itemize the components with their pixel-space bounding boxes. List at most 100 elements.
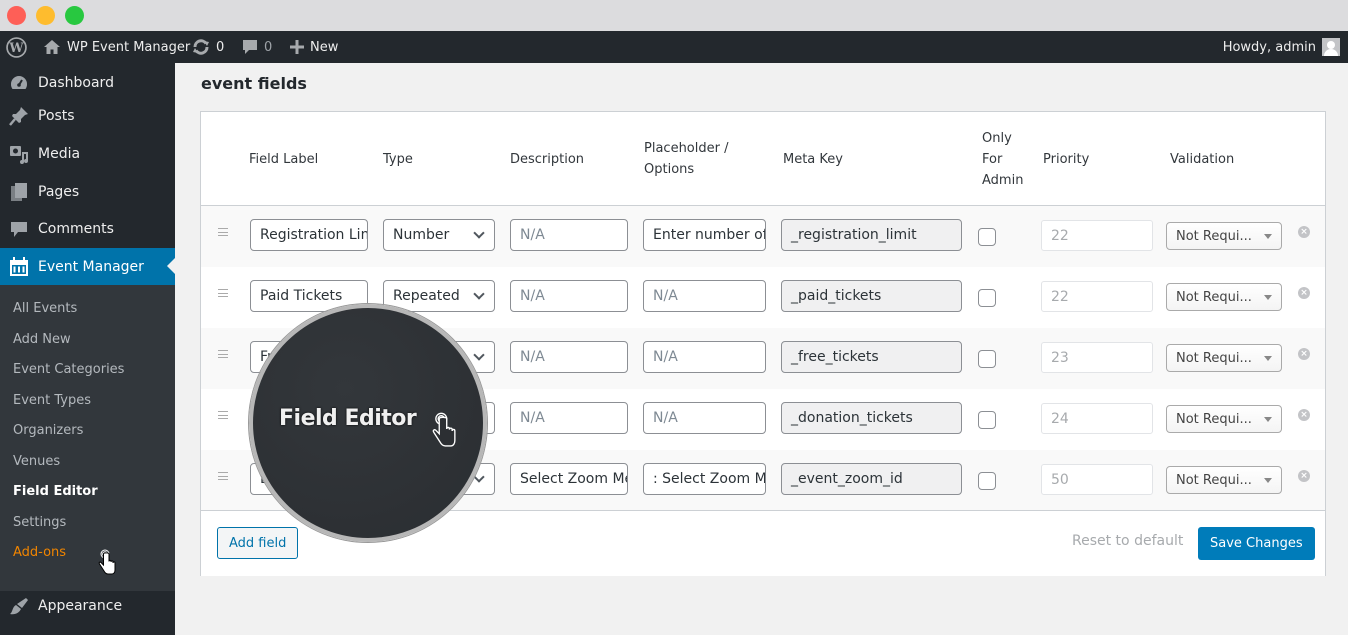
sidebar-item-pages[interactable]: Pages xyxy=(0,174,175,210)
validation-select[interactable]: Not Requi... xyxy=(1166,344,1282,372)
field-type-select[interactable]: Number xyxy=(383,219,495,251)
drag-handle-icon[interactable] xyxy=(218,472,228,480)
only-for-admin-checkbox[interactable] xyxy=(978,228,996,246)
drag-handle-icon[interactable] xyxy=(218,350,228,358)
column-header-meta-key: Meta Key xyxy=(783,152,843,167)
save-changes-button[interactable]: Save Changes xyxy=(1198,527,1315,560)
sidebar-item-event-manager[interactable]: Event Manager xyxy=(0,248,175,285)
new-content-link[interactable]: New xyxy=(290,31,338,63)
validation-select[interactable]: Not Requi... xyxy=(1166,466,1282,494)
howdy-text: Howdy, admin xyxy=(1222,39,1316,55)
validation-value: Not Requi... xyxy=(1176,472,1252,488)
field-label-input[interactable]: Registration Limit xyxy=(250,219,368,251)
dashboard-icon xyxy=(9,73,29,93)
only-for-admin-checkbox[interactable] xyxy=(978,411,996,429)
submenu-settings[interactable]: Settings xyxy=(13,515,66,530)
submenu-event-types[interactable]: Event Types xyxy=(13,393,91,408)
drag-handle-icon[interactable] xyxy=(218,411,228,419)
site-name-link[interactable]: WP Event Manager xyxy=(43,31,190,63)
caret-down-icon xyxy=(1264,477,1272,483)
close-window-button[interactable] xyxy=(7,6,26,25)
validation-select[interactable]: Not Requi... xyxy=(1166,222,1282,250)
reset-to-default-link[interactable]: Reset to default xyxy=(1072,533,1183,549)
submenu-event-categories[interactable]: Event Categories xyxy=(13,362,124,377)
drag-handle-icon[interactable] xyxy=(218,289,228,297)
comment-icon xyxy=(243,40,257,54)
plus-icon xyxy=(290,40,304,54)
field-type-select[interactable]: Repeated xyxy=(383,280,495,312)
column-header-only-for-admin: Only For Admin xyxy=(982,128,1023,191)
placeholder-input[interactable]: N/A xyxy=(643,280,766,312)
meta-key-input[interactable]: _free_tickets xyxy=(781,341,962,373)
updates-link[interactable]: 0 xyxy=(192,31,224,63)
submenu-organizers[interactable]: Organizers xyxy=(13,423,83,438)
validation-value: Not Requi... xyxy=(1176,228,1252,244)
page-title: event fields xyxy=(201,74,307,93)
site-name: WP Event Manager xyxy=(67,39,191,55)
description-input[interactable]: Select Zoom Meeting xyxy=(510,463,628,495)
chevron-down-icon xyxy=(473,227,485,239)
magnifier-label: Field Editor xyxy=(279,406,417,431)
sidebar-item-comments[interactable]: Comments xyxy=(0,211,175,247)
only-for-admin-checkbox[interactable] xyxy=(978,472,996,490)
wp-logo-menu[interactable]: W xyxy=(6,31,27,63)
minimize-window-button[interactable] xyxy=(36,6,55,25)
updates-count: 0 xyxy=(216,39,225,55)
only-for-admin-checkbox[interactable] xyxy=(978,350,996,368)
description-input[interactable]: N/A xyxy=(510,219,628,251)
maximize-window-button[interactable] xyxy=(65,6,84,25)
pin-icon xyxy=(9,106,29,126)
chevron-down-icon xyxy=(473,288,485,300)
sidebar-item-label: Posts xyxy=(38,108,75,124)
placeholder-input[interactable]: N/A xyxy=(643,341,766,373)
drag-handle-icon[interactable] xyxy=(218,228,228,236)
description-input[interactable]: N/A xyxy=(510,341,628,373)
submenu-add-new[interactable]: Add New xyxy=(13,332,71,347)
column-header-priority: Priority xyxy=(1043,152,1090,167)
sidebar-item-posts[interactable]: Posts xyxy=(0,98,175,134)
remove-field-icon[interactable]: × xyxy=(1298,409,1310,421)
caret-down-icon xyxy=(1264,416,1272,422)
remove-field-icon[interactable]: × xyxy=(1298,226,1310,238)
remove-field-icon[interactable]: × xyxy=(1298,470,1310,482)
submenu-all-events[interactable]: All Events xyxy=(13,301,77,316)
comments-count: 0 xyxy=(264,39,273,55)
meta-key-input[interactable]: _donation_tickets xyxy=(781,402,962,434)
account-menu[interactable]: Howdy, admin xyxy=(1223,31,1340,63)
only-for-admin-checkbox[interactable] xyxy=(978,289,996,307)
column-header-placeholder: Placeholder / Options xyxy=(644,138,728,180)
placeholder-input[interactable]: Enter number of xyxy=(643,219,766,251)
priority-input[interactable]: 24 xyxy=(1041,403,1153,434)
description-input[interactable]: N/A xyxy=(510,280,628,312)
priority-input[interactable]: 23 xyxy=(1041,342,1153,373)
validation-select[interactable]: Not Requi... xyxy=(1166,405,1282,433)
remove-field-icon[interactable]: × xyxy=(1298,287,1310,299)
description-input[interactable]: N/A xyxy=(510,402,628,434)
sidebar-item-dashboard[interactable]: Dashboard xyxy=(0,65,175,101)
admin-sidebar: Dashboard Posts Media Pages Comments Eve… xyxy=(0,63,175,635)
add-field-button[interactable]: Add field xyxy=(217,527,299,559)
meta-key-input[interactable]: _event_zoom_id xyxy=(781,463,962,495)
submenu-venues[interactable]: Venues xyxy=(13,454,60,469)
sidebar-item-appearance[interactable]: Appearance xyxy=(0,588,175,624)
remove-field-icon[interactable]: × xyxy=(1298,348,1310,360)
sidebar-item-media[interactable]: Media xyxy=(0,136,175,172)
meta-key-input[interactable]: _registration_limit xyxy=(781,219,962,251)
validation-select[interactable]: Not Requi... xyxy=(1166,283,1282,311)
sidebar-item-label: Dashboard xyxy=(38,75,114,91)
priority-input[interactable]: 22 xyxy=(1041,281,1153,312)
submenu-field-editor[interactable]: Field Editor xyxy=(13,484,98,499)
meta-key-input[interactable]: _paid_tickets xyxy=(781,280,962,312)
hand-pointer-icon xyxy=(432,412,456,447)
caret-down-icon xyxy=(1264,294,1272,300)
field-editor-magnifier-callout: Field Editor xyxy=(249,304,487,542)
priority-input[interactable]: 22 xyxy=(1041,220,1153,251)
column-header-placeholder-line1: Placeholder / xyxy=(644,141,729,156)
sidebar-item-label: Event Manager xyxy=(38,258,144,275)
media-icon xyxy=(9,144,29,164)
priority-input[interactable]: 50 xyxy=(1041,464,1153,495)
placeholder-input[interactable]: : Select Zoom Meeting xyxy=(643,463,766,495)
submenu-add-ons[interactable]: Add-ons xyxy=(13,545,66,560)
comments-link[interactable]: 0 xyxy=(242,31,272,63)
placeholder-input[interactable]: N/A xyxy=(643,402,766,434)
